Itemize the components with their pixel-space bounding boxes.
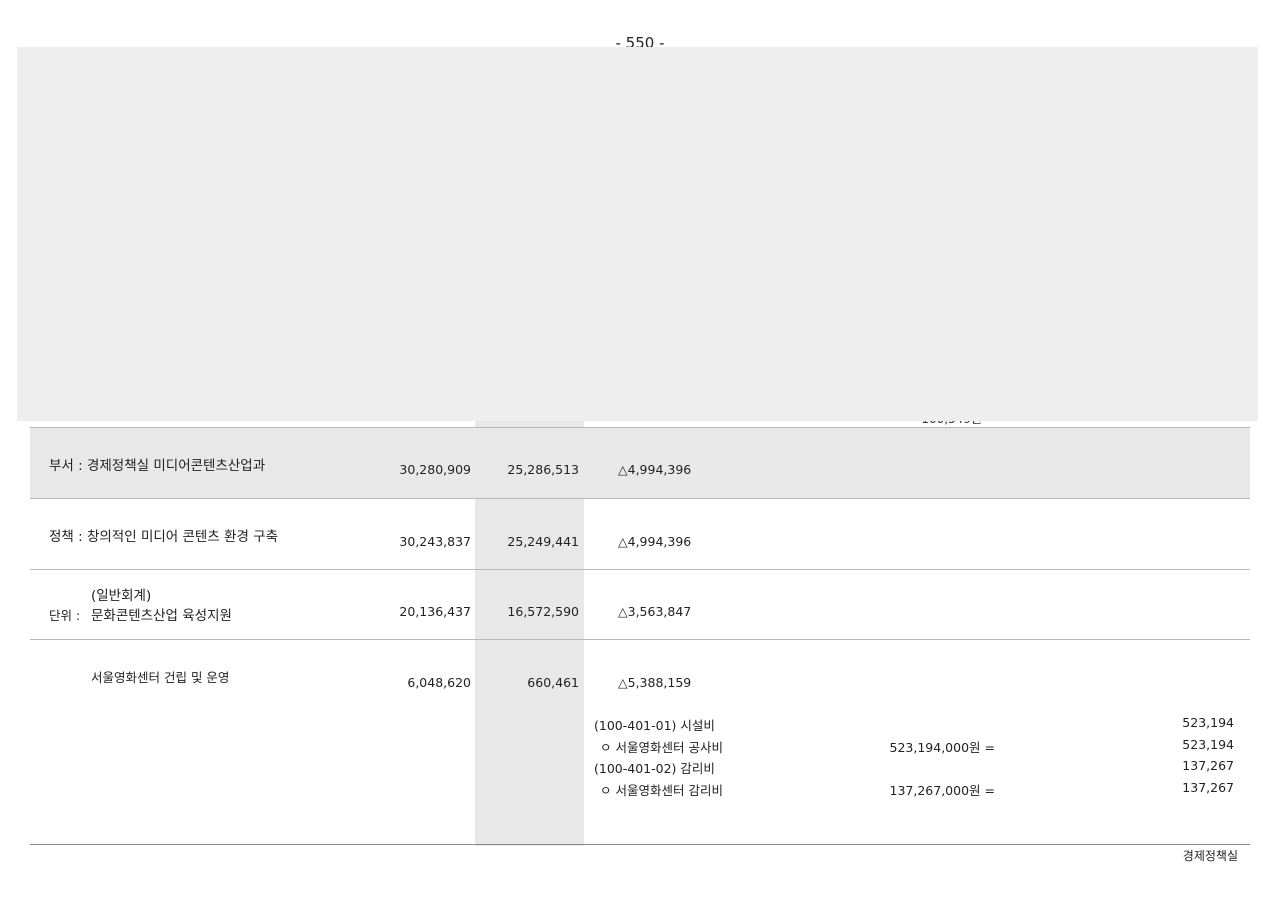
policy-prev: 25,249,441 [507, 534, 579, 549]
policy-label: 정책 : 창의적인 미디어 콘텐츠 환경 구축 [49, 529, 279, 545]
bottom-rule [30, 844, 1250, 845]
project-prev: 660,461 [527, 675, 579, 690]
divider [30, 639, 1250, 640]
unit-prev: 16,572,590 [507, 604, 579, 619]
unit-diff: △3,563,847 [618, 604, 692, 619]
policy-diff: △4,994,396 [618, 534, 692, 549]
project-diff: △5,388,159 [618, 675, 692, 690]
unit-prefix: 단위 : [49, 608, 81, 623]
detail-amount: 523,194 [1182, 715, 1234, 730]
redaction-overlay [17, 47, 1258, 421]
unit-sublabel: (일반회계) [91, 588, 152, 604]
detail-item-line: ㅇ 서울영화센터 감리비 [600, 783, 723, 798]
unit-label: 문화콘텐츠산업 육성지원 [91, 608, 232, 624]
detail-calc: 523,194,000원 = [889, 740, 995, 755]
detail-amount: 137,267 [1182, 758, 1234, 773]
divider [30, 427, 1250, 428]
department-budget: 30,280,909 [399, 462, 471, 477]
detail-code-line: (100-401-01) 시설비 [594, 718, 715, 733]
detail-code-line: (100-401-02) 감리비 [594, 761, 715, 776]
divider [30, 498, 1250, 499]
detail-amount: 523,194 [1182, 737, 1234, 752]
project-label: 서울영화센터 건립 및 운영 [91, 670, 230, 685]
department-prev: 25,286,513 [507, 462, 579, 477]
policy-budget: 30,243,837 [399, 534, 471, 549]
detail-amount: 137,267 [1182, 780, 1234, 795]
detail-calc: 137,267,000원 = [889, 783, 995, 798]
project-budget: 6,048,620 [407, 675, 471, 690]
footer-department: 경제정책실 [1182, 849, 1238, 863]
divider [30, 569, 1250, 570]
unit-budget: 20,136,437 [399, 604, 471, 619]
department-diff: △4,994,396 [618, 462, 692, 477]
detail-item-line: ㅇ 서울영화센터 공사비 [600, 740, 723, 755]
department-label: 부서 : 경제정책실 미디어콘텐츠산업과 [49, 458, 266, 474]
